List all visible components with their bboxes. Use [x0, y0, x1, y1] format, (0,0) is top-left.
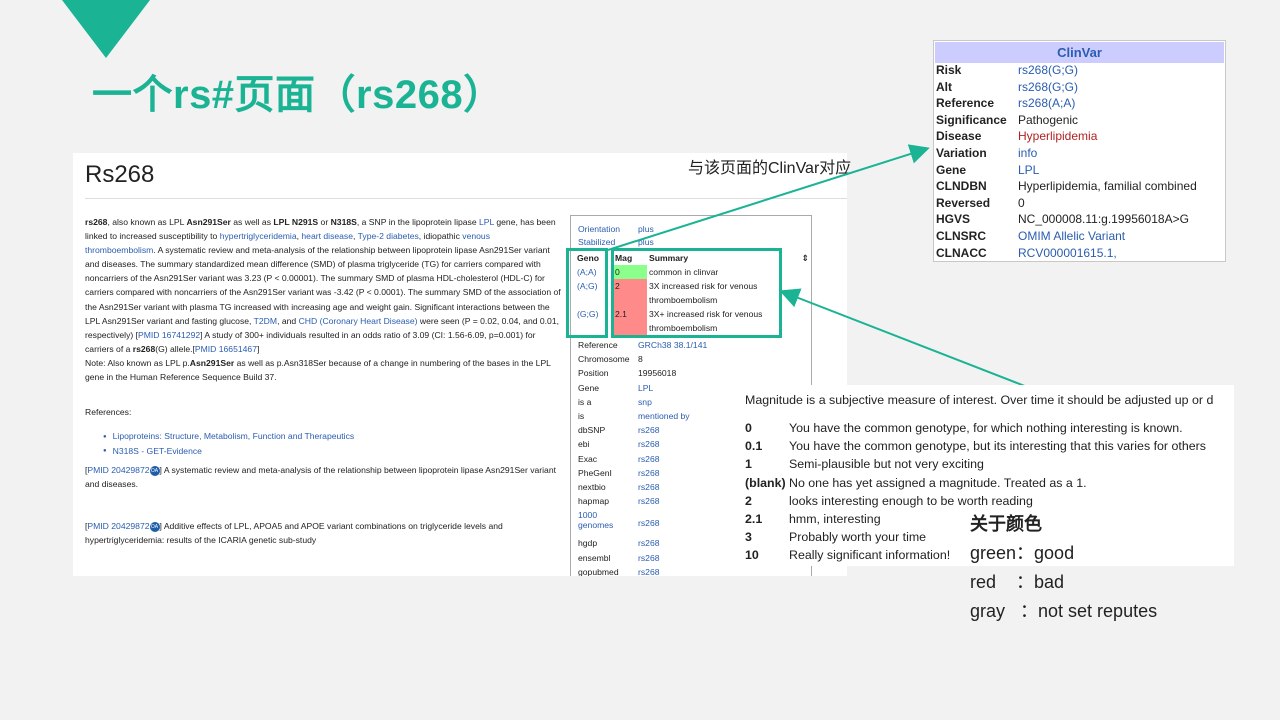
- color-legend: 关于颜色 green：good red ：bad gray ：not set rep…: [970, 510, 1157, 626]
- magnitude-row: 1 Semi-plausible but not very exciting: [745, 457, 984, 471]
- color-legend-item: red ：bad: [970, 572, 1065, 592]
- magnitude-row: 2 looks interesting enough to be worth re…: [745, 494, 1033, 508]
- magnitude-intro: Magnitude is a subjective measure of int…: [745, 393, 1214, 407]
- magnitude-text: No one has yet assigned a magnitude. Tre…: [789, 475, 1087, 490]
- color-legend-item: green：good: [970, 543, 1075, 563]
- magnitude-row: 0 You have the common genotype, for which…: [745, 421, 1183, 435]
- magnitude-row: 10 Really significant information!: [745, 548, 950, 562]
- magnitude-row: (blank) No one has yet assigned a magnitu…: [745, 476, 1087, 490]
- magnitude-value: 2: [745, 493, 752, 508]
- magnitude-value: 1: [745, 457, 752, 472]
- magnitude-text: Really significant information!: [789, 548, 951, 563]
- magnitude-row: 2.1 hmm, interesting: [745, 512, 881, 526]
- magnitude-text: You have the common genotype, for which …: [789, 421, 1183, 435]
- magnitude-row: 0.1 You have the common genotype, but its…: [745, 439, 1206, 453]
- magnitude-value: 0.1: [745, 439, 763, 454]
- magnitude-text: Semi-plausible but not very exciting: [789, 457, 984, 472]
- magnitude-text: hmm, interesting: [789, 512, 881, 526]
- color-legend-item: gray ：not set reputes: [970, 601, 1158, 621]
- magnitude-row: 3 Probably worth your time: [745, 530, 926, 544]
- magnitude-value: 2.1: [745, 512, 763, 526]
- magnitude-text: looks interesting enough to be worth rea…: [789, 493, 1033, 508]
- arrow-to-magnitude: [779, 288, 1036, 391]
- magnitude-value: 0: [745, 421, 752, 435]
- color-legend-heading: 关于颜色: [970, 514, 1042, 534]
- magnitude-value: (blank): [745, 475, 786, 490]
- arrow-to-clinvar: [607, 144, 930, 251]
- magnitude-text: You have the common genotype, but its in…: [789, 439, 1206, 454]
- magnitude-text: Probably worth your time: [789, 530, 927, 545]
- magnitude-value: 3: [745, 530, 752, 545]
- magnitude-value: 10: [745, 548, 759, 563]
- color-legend-items: green：good red ：bad gray ：not set reputes: [970, 539, 1157, 626]
